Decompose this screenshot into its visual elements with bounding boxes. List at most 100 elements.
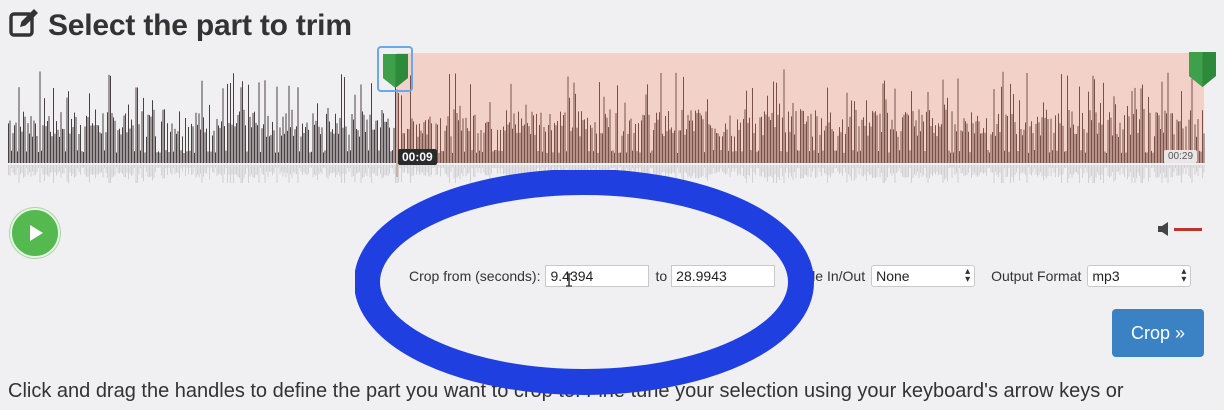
waveform-reflection-bar [305, 165, 306, 174]
waveform[interactable] [0, 44, 1224, 184]
waveform-reflection-bar [725, 165, 726, 175]
waveform-bar [138, 124, 140, 163]
waveform-reflection-bar [140, 165, 141, 169]
waveform-bar [1019, 100, 1020, 163]
waveform-bar [972, 123, 974, 163]
waveform-reflection-bar [282, 165, 284, 177]
waveform-reflection-bar [648, 165, 650, 177]
waveform-bar [678, 130, 680, 163]
waveform-reflection-bar [795, 165, 797, 178]
waveform-reflection-bar [56, 165, 57, 176]
waveform-reflection-bar [869, 165, 870, 176]
waveform-bar [281, 135, 282, 163]
waveform-bar [1130, 134, 1131, 163]
waveform-bar [351, 114, 353, 163]
waveform-bar [521, 118, 522, 163]
waveform-reflection-bar [41, 165, 42, 169]
crop-to-input[interactable] [671, 265, 776, 287]
waveform-bar [80, 125, 81, 163]
waveform-reflection-bar [684, 165, 686, 173]
waveform-reflection-bar [470, 165, 471, 183]
waveform-reflection-bar [696, 165, 698, 178]
waveform-reflection-bar [1154, 165, 1155, 172]
waveform-reflection-bar [162, 165, 164, 179]
waveform-reflection-bar [221, 165, 222, 176]
waveform-reflection-bar [960, 165, 962, 174]
waveform-bar [168, 152, 170, 163]
waveform-reflection-bar [261, 165, 263, 174]
waveform-bar [258, 82, 260, 163]
waveform-reflection-bar [1140, 165, 1142, 183]
waveform-reflection-bar [176, 165, 177, 173]
waveform-reflection-bar [948, 165, 950, 169]
waveform-reflection-bar [798, 165, 800, 169]
waveform-reflection-bar [1031, 165, 1032, 176]
waveform-bar [1022, 135, 1023, 163]
waveform-bar [512, 128, 513, 163]
waveform-bar [858, 126, 860, 163]
waveform-reflection-bar [326, 165, 327, 178]
waveform-reflection-bar [708, 165, 710, 175]
waveform-bar [1098, 122, 1100, 163]
waveform-bar [369, 114, 371, 163]
waveform-bar [518, 111, 519, 163]
waveform-bar [774, 127, 776, 163]
waveform-reflection-bar [567, 165, 569, 183]
waveform-bar [237, 114, 239, 163]
waveform-reflection-bar [42, 165, 44, 175]
waveform-reflection-bar [74, 165, 75, 178]
waveform-bar [1026, 73, 1028, 163]
crop-button[interactable]: Crop » [1112, 309, 1204, 357]
waveform-bar [789, 131, 791, 163]
waveform-bar [626, 152, 627, 163]
waveform-reflection-bar [1022, 165, 1023, 172]
waveform-reflection-bar [662, 165, 663, 173]
waveform-reflection-bar [159, 165, 161, 168]
waveform-reflection-bar [248, 165, 249, 183]
waveform-bar [849, 116, 851, 163]
waveform-bar [117, 130, 119, 163]
waveform-bar [843, 152, 845, 163]
waveform-bar [1109, 112, 1110, 163]
waveform-reflection-bar [17, 165, 18, 168]
waveform-bar [686, 129, 687, 163]
crop-from-input[interactable] [545, 265, 650, 287]
waveform-bar [290, 127, 291, 163]
waveform-bar [1065, 151, 1067, 163]
waveform-bar [951, 111, 953, 163]
waveform-bar [1199, 150, 1200, 163]
volume-control[interactable] [1158, 222, 1202, 236]
waveform-reflection-bar [641, 165, 642, 176]
waveform-reflection-bar [15, 165, 17, 176]
waveform-bar [360, 84, 362, 163]
waveform-bar [326, 113, 327, 163]
waveform-reflection-bar [1148, 165, 1149, 182]
waveform-bar [1146, 152, 1148, 163]
speaker-icon[interactable] [1158, 222, 1170, 236]
waveform-reflection-bar [704, 165, 705, 168]
waveform-bar [767, 95, 768, 163]
waveform-bar [786, 151, 788, 163]
waveform-bar [890, 129, 891, 163]
waveform-bar [1074, 133, 1076, 163]
waveform-reflection-bar [438, 165, 440, 168]
waveform-reflection-bar [1076, 165, 1077, 173]
waveform-reflection-bar [834, 165, 836, 169]
waveform-reflection-bar [116, 165, 117, 168]
waveform-reflection-bar [1158, 165, 1160, 177]
waveform-bar [717, 133, 719, 163]
volume-slider[interactable] [1174, 227, 1202, 231]
waveform-bar [551, 130, 552, 163]
output-format-select[interactable]: mp3 ▴ ▾ [1087, 265, 1192, 287]
waveform-reflection-bar [749, 165, 750, 177]
waveform-reflection-bar [96, 165, 98, 175]
fade-select[interactable]: None ▴ ▾ [871, 265, 976, 287]
play-button[interactable] [10, 208, 60, 258]
waveform-bar [593, 151, 594, 163]
waveform-bar [641, 120, 642, 163]
waveform-reflection-bar [887, 165, 888, 178]
waveform-editor[interactable]: 00:09 00:29 [0, 44, 1224, 184]
waveform-bar [1119, 122, 1121, 163]
waveform-bar [696, 113, 698, 163]
waveform-bar [233, 73, 234, 163]
